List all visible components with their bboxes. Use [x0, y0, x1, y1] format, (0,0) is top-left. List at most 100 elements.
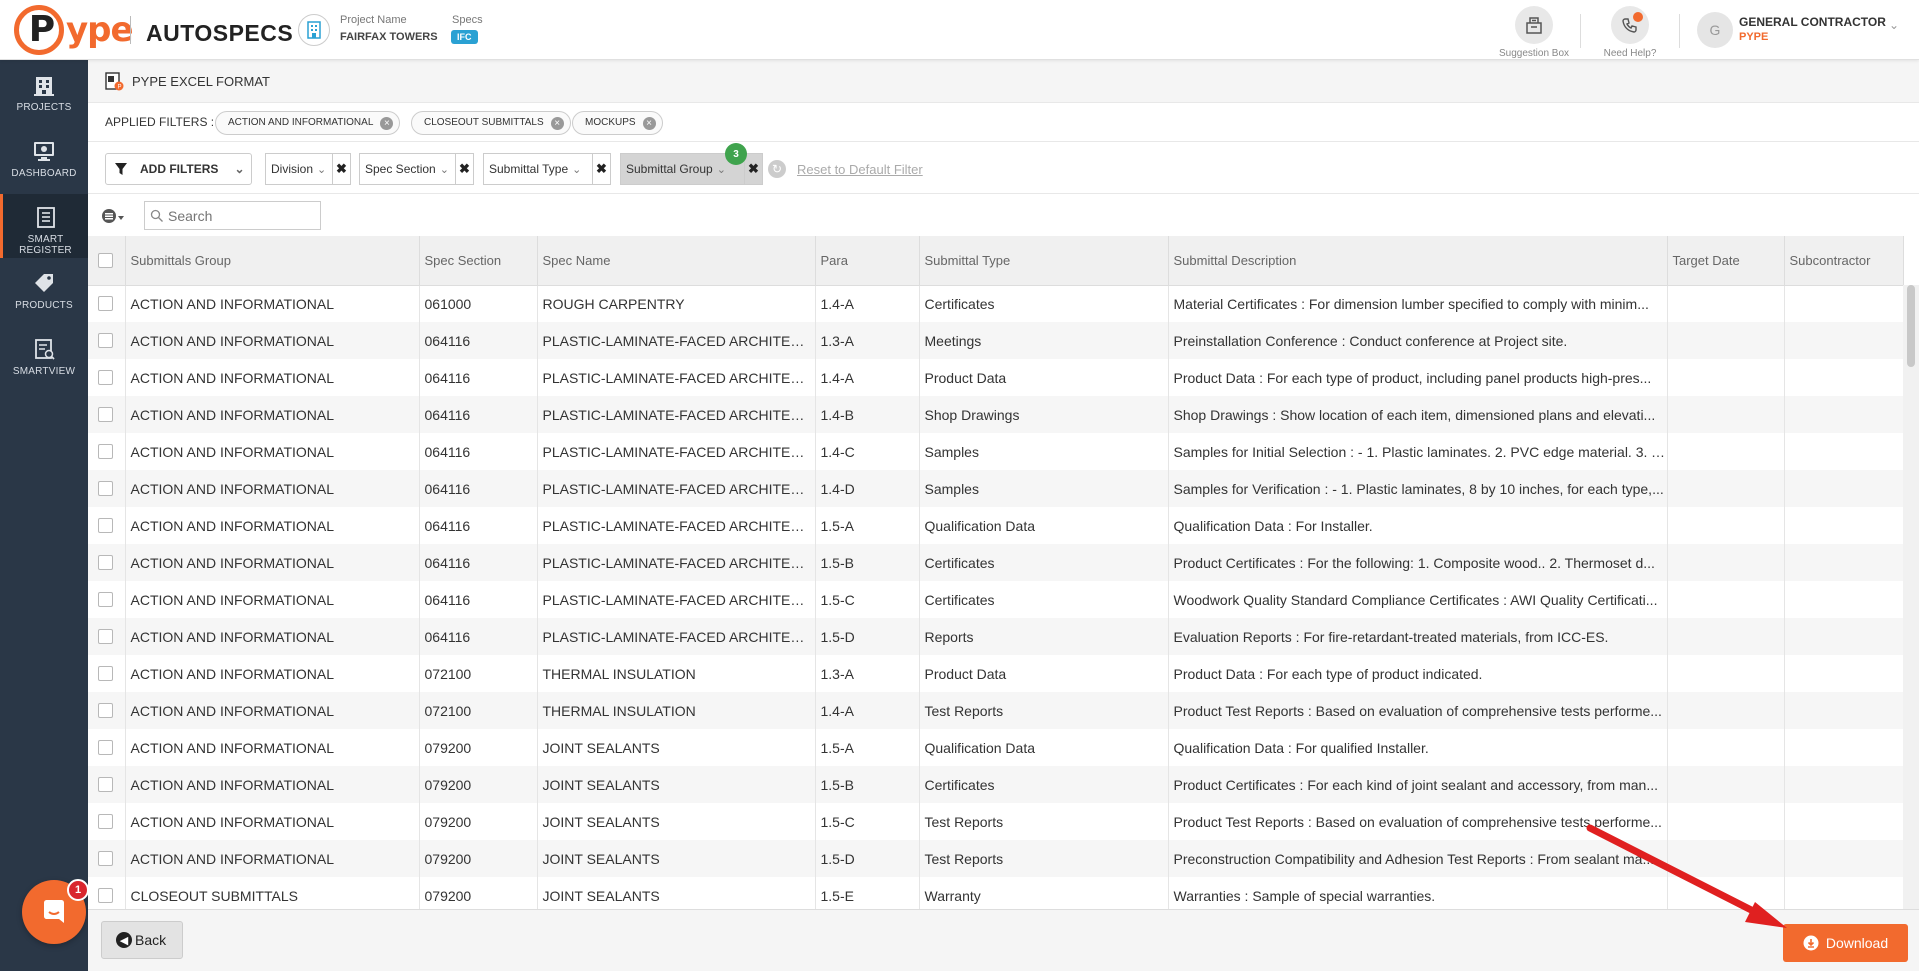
remove-spec-section-filter-icon[interactable]: ✖ — [456, 153, 474, 185]
row-checkbox[interactable] — [98, 888, 113, 903]
row-select-cell[interactable] — [88, 322, 126, 359]
row-checkbox[interactable] — [98, 333, 113, 348]
reset-default-filter-link[interactable]: Reset to Default Filter — [797, 162, 923, 177]
row-select-cell[interactable] — [88, 692, 126, 729]
spec-section-filter-dropdown[interactable]: Spec Section ⌄ — [359, 153, 456, 185]
row-checkbox[interactable] — [98, 555, 113, 570]
row-checkbox[interactable] — [98, 703, 113, 718]
table-row[interactable]: ACTION AND INFORMATIONAL 064116 PLASTIC-LA… — [88, 581, 1904, 618]
column-header[interactable]: Submittals Group — [125, 236, 420, 286]
sidebar-item-products[interactable]: PRODUCTS — [0, 260, 88, 324]
column-header[interactable]: Submittal Description — [1168, 236, 1668, 286]
row-checkbox[interactable] — [98, 851, 113, 866]
row-checkbox[interactable] — [98, 814, 113, 829]
select-all-checkbox[interactable] — [98, 252, 113, 268]
sidebar-item-smart-register[interactable]: SMART REGISTER — [0, 194, 88, 258]
filter-chip[interactable]: ACTION AND INFORMATIONAL × — [215, 111, 401, 135]
pype-logo[interactable]: P ype — [14, 4, 134, 56]
user-avatar[interactable]: G — [1697, 12, 1733, 48]
row-checkbox[interactable] — [98, 407, 113, 422]
column-header[interactable]: Spec Section — [419, 236, 538, 286]
close-icon[interactable]: × — [642, 117, 656, 130]
table-row[interactable]: ACTION AND INFORMATIONAL 064116 PLASTIC-LA… — [88, 359, 1904, 396]
project-building-icon[interactable] — [298, 14, 330, 46]
row-select-cell[interactable] — [88, 840, 126, 877]
sidebar-item-projects[interactable]: PROJECTS — [0, 62, 88, 126]
table-row[interactable]: ACTION AND INFORMATIONAL 079200 JOINT SEAL… — [88, 766, 1904, 803]
row-checkbox[interactable] — [98, 629, 113, 644]
sidebar: PROJECTS DASHBOARD SMART REGISTER PRODUC… — [0, 60, 88, 971]
sidebar-item-smartview[interactable]: SMARTVIEW — [0, 326, 88, 390]
row-checkbox[interactable] — [98, 666, 113, 681]
table-row[interactable]: ACTION AND INFORMATIONAL 079200 JOINT SEAL… — [88, 729, 1904, 766]
table-row[interactable]: ACTION AND INFORMATIONAL 064116 PLASTIC-LA… — [88, 507, 1904, 544]
reset-icon[interactable]: ↻ — [768, 160, 786, 178]
row-checkbox[interactable] — [98, 777, 113, 792]
row-select-cell[interactable] — [88, 544, 126, 581]
close-icon[interactable]: × — [550, 117, 564, 130]
row-select-cell[interactable] — [88, 507, 126, 544]
back-button[interactable]: ◀ Back — [101, 921, 183, 959]
table-row[interactable]: ACTION AND INFORMATIONAL 064116 PLASTIC-LA… — [88, 396, 1904, 433]
specs-badge[interactable]: IFC — [451, 30, 478, 44]
remove-division-filter-icon[interactable]: ✖ — [333, 153, 351, 185]
row-select-cell[interactable] — [88, 359, 126, 396]
project-name-value[interactable]: FAIRFAX TOWERS — [340, 31, 438, 43]
row-select-cell[interactable] — [88, 396, 126, 433]
table-scrollbar[interactable] — [1903, 285, 1919, 909]
division-filter-dropdown[interactable]: Division ⌄ — [265, 153, 333, 185]
table-row[interactable]: ACTION AND INFORMATIONAL 061000 ROUGH CARP… — [88, 285, 1904, 322]
row-select-cell[interactable] — [88, 877, 126, 909]
filter-chip[interactable]: CLOSEOUT SUBMITTALS × — [411, 111, 571, 135]
add-filters-button[interactable]: ADD FILTERS ⌄ — [105, 153, 252, 185]
row-checkbox[interactable] — [98, 444, 113, 459]
select-all-header[interactable] — [88, 236, 126, 286]
table-row[interactable]: ACTION AND INFORMATIONAL 072100 THERMAL IN… — [88, 692, 1904, 729]
row-select-cell[interactable] — [88, 470, 126, 507]
remove-submittal-type-filter-icon[interactable]: ✖ — [593, 153, 611, 185]
column-header[interactable]: Para — [815, 236, 920, 286]
table-row[interactable]: ACTION AND INFORMATIONAL 064116 PLASTIC-LA… — [88, 470, 1904, 507]
column-header[interactable]: Submittal Type — [919, 236, 1169, 286]
row-select-cell[interactable] — [88, 729, 126, 766]
close-icon[interactable]: × — [380, 117, 394, 130]
row-checkbox[interactable] — [98, 740, 113, 755]
table-row[interactable]: ACTION AND INFORMATIONAL 064116 PLASTIC-LA… — [88, 322, 1904, 359]
table-row[interactable]: ACTION AND INFORMATIONAL 064116 PLASTIC-LA… — [88, 544, 1904, 581]
column-chooser-icon[interactable] — [102, 208, 124, 224]
scrollbar-thumb[interactable] — [1907, 285, 1915, 367]
row-select-cell[interactable] — [88, 655, 126, 692]
need-help-button[interactable]: Need Help? — [1585, 4, 1675, 59]
table-row[interactable]: ACTION AND INFORMATIONAL 079200 JOINT SEAL… — [88, 803, 1904, 840]
row-select-cell[interactable] — [88, 581, 126, 618]
row-checkbox[interactable] — [98, 296, 113, 312]
user-name[interactable]: GENERAL CONTRACTOR — [1739, 15, 1886, 29]
search-input[interactable] — [168, 207, 308, 224]
row-select-cell[interactable] — [88, 618, 126, 655]
table-row[interactable]: CLOSEOUT SUBMITTALS 079200 JOINT SEALANTS 1… — [88, 877, 1904, 909]
table-row[interactable]: ACTION AND INFORMATIONAL 079200 JOINT SEAL… — [88, 840, 1904, 877]
row-select-cell[interactable] — [88, 285, 126, 322]
column-header[interactable]: Spec Name — [537, 236, 816, 286]
suggestion-box-button[interactable]: Suggestion Box — [1489, 4, 1579, 59]
row-select-cell[interactable] — [88, 433, 126, 470]
table-row[interactable]: ACTION AND INFORMATIONAL 072100 THERMAL IN… — [88, 655, 1904, 692]
sidebar-item-dashboard[interactable]: DASHBOARD — [0, 128, 88, 192]
row-checkbox[interactable] — [98, 518, 113, 533]
chevron-down-icon[interactable]: ⌄ — [1889, 18, 1899, 32]
row-select-cell[interactable] — [88, 766, 126, 803]
row-select-cell[interactable] — [88, 803, 126, 840]
column-header[interactable]: Subcontractor — [1784, 236, 1904, 286]
remove-submittal-group-filter-icon[interactable]: ✖ — [745, 153, 763, 185]
row-checkbox[interactable] — [98, 370, 113, 385]
row-checkbox[interactable] — [98, 481, 113, 496]
download-button[interactable]: Download — [1783, 924, 1908, 962]
table-row[interactable]: ACTION AND INFORMATIONAL 064116 PLASTIC-LA… — [88, 433, 1904, 470]
filter-chip[interactable]: MOCKUPS × — [572, 111, 663, 135]
search-box[interactable] — [144, 201, 321, 230]
table-row[interactable]: ACTION AND INFORMATIONAL 064116 PLASTIC-LA… — [88, 618, 1904, 655]
column-header[interactable]: Target Date — [1667, 236, 1785, 286]
submittal-type-filter-dropdown[interactable]: Submittal Type ⌄ — [483, 153, 593, 185]
suggestion-box-icon — [1515, 6, 1553, 44]
row-checkbox[interactable] — [98, 592, 113, 607]
